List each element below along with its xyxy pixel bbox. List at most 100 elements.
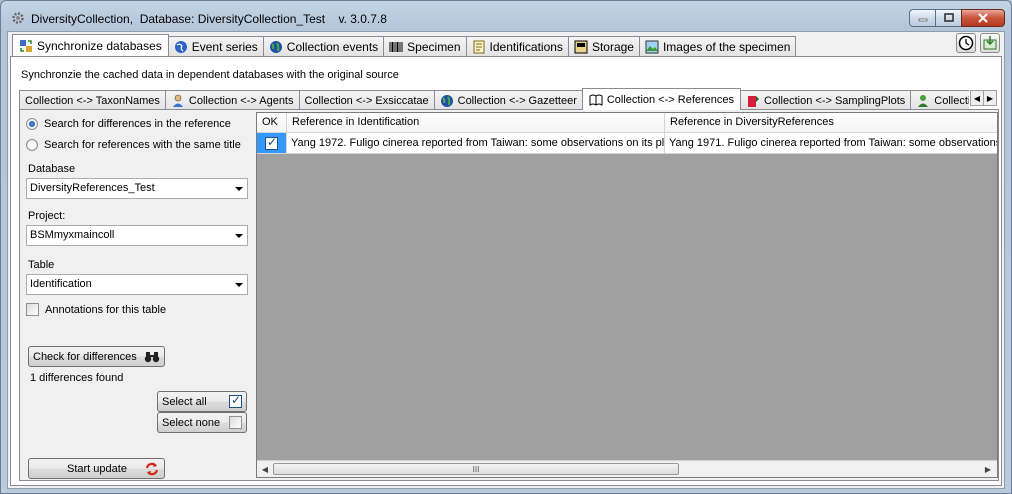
column-header-reference-diversity[interactable]: Reference in DiversityReferences	[665, 113, 997, 133]
tab-collection-samplingplots[interactable]: Collection <-> SamplingPlots	[740, 90, 912, 110]
tab-label: Collection	[934, 94, 969, 107]
tab-label: Collection <-> SamplingPlots	[764, 94, 906, 107]
globe-icon	[440, 94, 453, 107]
tab-scroll-right-button[interactable]: ▶	[983, 90, 997, 106]
reference-diversity-cell[interactable]: Yang 1971. Fuligo cinerea reported from …	[665, 133, 997, 154]
tab-collection-taxonnames[interactable]: Collection <-> TaxonNames	[19, 90, 166, 110]
maximize-icon	[936, 10, 961, 26]
chevron-down-icon	[235, 187, 243, 191]
main-client-area: Synchronize databases Event series Colle…	[7, 31, 1005, 489]
radio-search-differences[interactable]: Search for differences in the reference	[26, 118, 231, 130]
notepad-icon	[473, 40, 485, 53]
scroll-left-icon[interactable]: ◀	[259, 463, 271, 475]
table-row[interactable]: Yang 1972. Fuligo cinerea reported from …	[257, 133, 997, 154]
globe-icon	[269, 40, 282, 53]
scroll-right-icon[interactable]: ▶	[982, 463, 994, 475]
radio-label: Search for differences in the reference	[44, 118, 231, 130]
book-icon	[589, 94, 603, 106]
tab-label: Images of the specimen	[662, 39, 791, 54]
tab-label: Collection <-> TaxonNames	[25, 94, 160, 107]
tab-label: Collection <-> Exsiccatae	[304, 94, 429, 107]
refresh-icon	[145, 462, 159, 475]
annotations-checkbox-row[interactable]: Annotations for this table	[26, 303, 166, 316]
select-none-button[interactable]: Select none	[157, 412, 247, 433]
tab-collection-exsiccatae[interactable]: Collection <-> Exsiccatae	[298, 90, 435, 110]
tab-label: Specimen	[407, 39, 461, 54]
binoculars-icon	[144, 351, 160, 362]
annotations-checkbox[interactable]	[26, 303, 39, 316]
horizontal-scrollbar[interactable]: ◀ III ▶	[257, 460, 997, 477]
storage-icon	[574, 40, 588, 53]
tab-scroll-left-button[interactable]: ◀	[970, 90, 984, 106]
references-grid[interactable]: OK Reference in Identification Reference…	[256, 112, 998, 478]
project-label: Project:	[28, 210, 66, 222]
grid-header: OK Reference in Identification Reference…	[257, 113, 997, 133]
arrow-left-icon: ◀	[973, 93, 981, 103]
row-ok-checkbox[interactable]	[265, 135, 278, 150]
button-label: Select all	[162, 395, 207, 408]
project-select[interactable]: BSMmyxmaincoll	[26, 225, 248, 246]
sync-icon	[20, 39, 32, 52]
start-update-button[interactable]: Start update	[28, 458, 165, 479]
radio-button[interactable]	[26, 139, 38, 151]
tab-collection-more[interactable]: Collection	[910, 90, 969, 110]
tab-event-series[interactable]: Event series	[167, 36, 264, 56]
column-header-ok[interactable]: OK	[257, 113, 287, 133]
tab-label: Collection <-> Agents	[188, 94, 294, 107]
tab-collection-references[interactable]: Collection <-> References	[581, 88, 742, 110]
tab-label: Collection <-> Gazetteer	[457, 94, 577, 107]
check-for-differences-button[interactable]: Check for differences	[28, 346, 165, 367]
globe-icon	[174, 40, 187, 53]
reference-identification-cell[interactable]: Yang 1972. Fuligo cinerea reported from …	[287, 133, 665, 154]
person-icon	[172, 94, 183, 107]
button-label: Start update	[67, 462, 127, 475]
radio-search-same-title[interactable]: Search for references with the same titl…	[26, 139, 241, 151]
button-label: Check for differences	[33, 350, 137, 363]
table-value: Identification	[30, 278, 92, 290]
ok-cell[interactable]	[257, 133, 287, 154]
radio-button[interactable]	[26, 118, 38, 130]
barcode-icon	[389, 41, 403, 52]
select-all-button[interactable]: Select all	[157, 391, 247, 412]
maximize-button[interactable]	[935, 9, 962, 27]
table-label: Table	[28, 259, 55, 271]
tab-storage[interactable]: Storage	[567, 36, 640, 56]
main-tab-strip: Synchronize databases Event series Colle…	[12, 34, 797, 56]
clock-button[interactable]	[956, 33, 976, 53]
synchronize-page: Synchronzie the cached data in dependent…	[10, 56, 1002, 486]
top-right-toolbar	[956, 33, 1000, 53]
thumb-grip: III	[472, 464, 480, 474]
tab-label: Collection <-> References	[606, 93, 735, 106]
scroll-thumb[interactable]: III	[273, 463, 679, 475]
close-button[interactable]	[961, 9, 1005, 27]
save-exit-button[interactable]	[980, 33, 1000, 53]
minimize-button[interactable]	[909, 9, 936, 27]
tab-collection-gazetteer[interactable]: Collection <-> Gazetteer	[433, 90, 583, 110]
table-select[interactable]: Identification	[26, 274, 248, 295]
chevron-down-icon	[235, 234, 243, 238]
window-title: DiversityCollection, Database: Diversity…	[31, 12, 387, 26]
title-bar: DiversityCollection, Database: Diversity…	[1, 1, 1011, 31]
tab-label: Collection events	[286, 39, 379, 54]
tab-images-of-the-specimen[interactable]: Images of the specimen	[638, 36, 797, 56]
tab-collection-agents[interactable]: Collection <-> Agents	[164, 90, 300, 110]
column-header-reference-identification[interactable]: Reference in Identification	[287, 113, 665, 133]
person-green-icon	[918, 94, 929, 107]
tab-collection-events[interactable]: Collection events	[262, 36, 385, 56]
gear-icon	[12, 12, 24, 24]
chevron-down-icon	[235, 283, 243, 287]
differences-found-text: 1 differences found	[30, 372, 124, 384]
tab-specimen[interactable]: Specimen	[383, 36, 467, 56]
references-page: Search for differences in the reference …	[19, 109, 999, 481]
button-label: Select none	[162, 416, 221, 429]
arrow-right-icon: ▶	[986, 93, 994, 103]
annotations-label: Annotations for this table	[45, 303, 167, 316]
plot-icon	[748, 95, 760, 107]
database-value: DiversityReferences_Test	[30, 182, 155, 194]
tab-synchronize-databases[interactable]: Synchronize databases	[12, 34, 169, 56]
tab-identifications[interactable]: Identifications	[465, 36, 569, 56]
image-icon	[645, 40, 659, 53]
tab-scroll-arrows: ◀ ▶	[970, 90, 997, 106]
sync-tab-strip: Collection <-> TaxonNames Collection <->…	[19, 88, 969, 110]
database-select[interactable]: DiversityReferences_Test	[26, 178, 248, 199]
